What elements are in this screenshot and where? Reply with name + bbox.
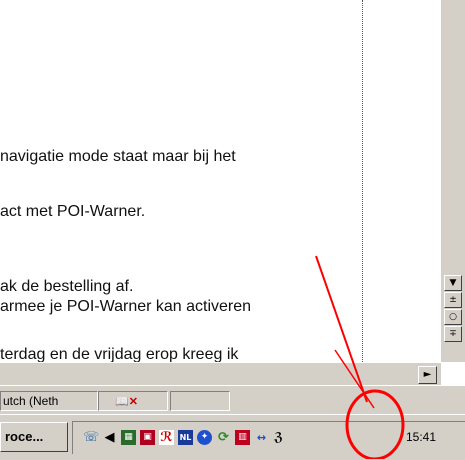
shield-icon[interactable]: ▥ (235, 430, 250, 445)
document-line: armee je POI-Warner kan activeren (0, 298, 252, 315)
horizontal-scrollbar[interactable]: ► (0, 362, 441, 385)
scroll-right-arrow-icon[interactable]: ► (418, 366, 437, 384)
document-line: act met POI-Warner. (0, 203, 146, 220)
network-icon[interactable]: ▦ (121, 430, 136, 445)
document-line: navigatie mode staat maar bij het (0, 148, 236, 165)
document-line: terdag en de vrijdag erop kreeg ik (0, 346, 239, 362)
document-area[interactable]: navigatie mode staat maar bij het act me… (0, 0, 441, 362)
phone-icon[interactable]: ☏ (83, 430, 99, 445)
messenger-icon[interactable]: ✦ (197, 430, 212, 445)
system-tray: ☏ ◀ ▦ ▣ ℛ NL ✦ ⟳ ▥ ↔ ℨ 15:41 (72, 421, 465, 454)
clock[interactable]: 15:41 (406, 430, 436, 444)
next-page-icon[interactable]: ∓ (444, 326, 462, 342)
previous-page-icon[interactable]: ± (444, 292, 462, 308)
select-browse-object-icon[interactable]: ○ (444, 309, 462, 325)
taskbar-window-button[interactable]: roce... (0, 422, 68, 452)
app-icon[interactable]: ▣ (140, 430, 155, 445)
language-status[interactable]: utch (Neth (0, 391, 98, 411)
speaker-icon[interactable]: ◀ (102, 430, 117, 445)
language-nl-icon[interactable]: NL (178, 430, 193, 445)
document-line: ak de bestelling af. (0, 278, 134, 295)
network-activity-icon[interactable]: ↔ (254, 430, 269, 445)
taskbar: roce... ☏ ◀ ▦ ▣ ℛ NL ✦ ⟳ ▥ ↔ ℨ 15:41 (0, 414, 465, 460)
scrollbar-corner (441, 362, 465, 384)
sync-icon[interactable]: ⟳ (216, 430, 231, 445)
spelling-status[interactable]: 📖✕ (98, 391, 168, 411)
page-margin-line (362, 0, 363, 362)
connection-icon[interactable]: ℨ (271, 430, 286, 445)
spell-check-error-icon: 📖✕ (115, 396, 138, 408)
vertical-scrollbar[interactable]: ▼ ± ○ ∓ (441, 0, 465, 362)
scroll-down-arrow-icon[interactable]: ▼ (444, 275, 462, 291)
status-empty-panel (170, 391, 230, 411)
antivirus-icon[interactable]: ℛ (159, 430, 174, 445)
status-bar: utch (Neth 📖✕ (0, 385, 465, 414)
